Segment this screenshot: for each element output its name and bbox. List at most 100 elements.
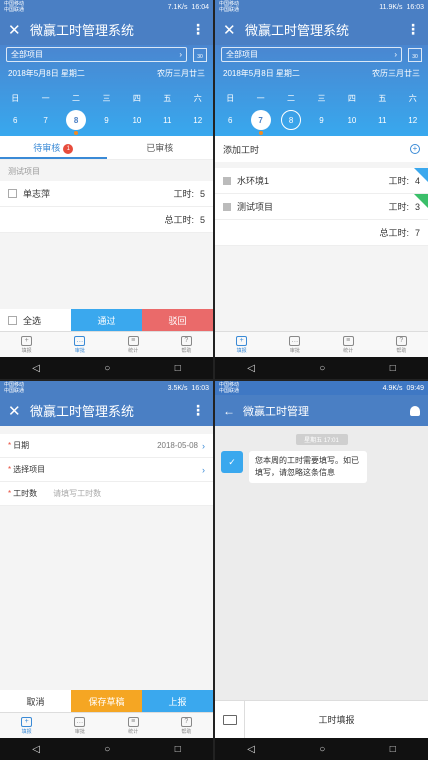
carrier-2: 中国联通: [4, 7, 25, 13]
submit-button[interactable]: 上报: [142, 690, 213, 712]
nav-approve[interactable]: … 审批: [268, 332, 321, 357]
fill-icon: +: [21, 335, 33, 346]
bot-avatar-icon: ✓: [221, 451, 243, 473]
review-screen: 中国移动 中国联通 7.1K/s 16:04 ✕ 微赢工时管理系统 ⋮ 全部项目…: [0, 0, 213, 379]
more-menu-icon[interactable]: ⋮: [406, 21, 420, 38]
save-draft-button[interactable]: 保存草稿: [71, 690, 142, 712]
recents-icon[interactable]: □: [175, 363, 181, 374]
close-icon[interactable]: ✕: [8, 402, 30, 420]
day-cell[interactable]: 10: [127, 110, 147, 130]
recents-icon[interactable]: □: [175, 744, 181, 755]
day-cell[interactable]: 11: [157, 110, 177, 130]
add-icon[interactable]: +: [410, 144, 420, 154]
status-corner-badge: [414, 194, 428, 208]
tab-pending[interactable]: 待审核 1: [0, 136, 107, 159]
hours-field[interactable]: * 工时数 请填写工时数: [0, 482, 213, 506]
title-bar: ✕ 微赢工时管理系统 ⋮: [215, 14, 428, 45]
tab-reviewed[interactable]: 已审核: [107, 136, 214, 159]
lunar-date: 农历三月廿三: [157, 69, 205, 78]
chevron-right-icon: ›: [202, 464, 205, 475]
checkbox[interactable]: [8, 189, 17, 198]
approve-icon: …: [74, 716, 86, 727]
day-cell[interactable]: 9: [311, 110, 331, 130]
nav-approve[interactable]: … 审批: [53, 713, 106, 738]
nav-help[interactable]: ? 帮助: [375, 332, 428, 357]
close-icon[interactable]: ✕: [223, 21, 245, 39]
hours-entry-row[interactable]: 测试项目 工时: 3: [215, 194, 428, 220]
back-arrow-icon[interactable]: ←: [223, 404, 243, 418]
more-menu-icon[interactable]: ⋮: [191, 21, 205, 38]
clock: 16:03: [406, 3, 424, 11]
screenshot-grid: 中国移动 中国联通 7.1K/s 16:04 ✕ 微赢工时管理系统 ⋮ 全部项目…: [0, 0, 428, 760]
day-cell[interactable]: 6: [220, 110, 240, 130]
project-field[interactable]: * 选择项目 ›: [0, 458, 213, 482]
nav-stats[interactable]: ≡ 统计: [107, 713, 160, 738]
stats-icon: ≡: [342, 335, 354, 346]
calendar-icon[interactable]: 30: [408, 47, 422, 62]
approve-icon: …: [289, 335, 301, 346]
nav-help[interactable]: ? 帮助: [160, 713, 213, 738]
recents-icon[interactable]: □: [390, 363, 396, 374]
page-title: 微赢工时管理系统: [30, 23, 135, 38]
select-all[interactable]: 全选: [0, 309, 71, 331]
review-row[interactable]: 单志萍 工时: 5: [0, 181, 213, 207]
nav-fill[interactable]: + 填报: [0, 332, 53, 357]
add-hours-row[interactable]: 添加工时 +: [215, 136, 428, 162]
day-cell[interactable]: 9: [96, 110, 116, 130]
nav-approve[interactable]: … 审批: [53, 332, 106, 357]
date-field[interactable]: * 日期 2018-05-08 ›: [0, 434, 213, 458]
day-cell[interactable]: 6: [5, 110, 25, 130]
message-bubble: 您本周的工时需要填写。如已填写，请忽略这条信息: [249, 451, 367, 483]
net-speed: 3.5K/s: [167, 384, 188, 392]
fill-screen: 中国移动 中国联通 11.9K/s 16:03 ✕ 微赢工时管理系统 ⋮ 全部项…: [215, 0, 428, 379]
hours-input[interactable]: 请填写工时数: [53, 488, 101, 499]
project-name: 测试项目: [237, 202, 274, 212]
person-icon[interactable]: [410, 405, 420, 416]
system-nav: ◁ ○ □: [215, 357, 428, 379]
project-filter[interactable]: 全部项目 ›: [221, 47, 402, 62]
back-icon[interactable]: ◁: [247, 363, 255, 374]
checkbox[interactable]: [8, 315, 17, 325]
fill-hours-menu[interactable]: 工时填报: [245, 713, 428, 726]
day-cell-selected[interactable]: 8: [66, 110, 87, 135]
day-cell-selected[interactable]: 7: [250, 110, 271, 135]
fill-icon: +: [21, 716, 33, 727]
nav-stats[interactable]: ≡ 统计: [107, 332, 160, 357]
day-cell[interactable]: 12: [403, 110, 423, 130]
cancel-button[interactable]: 取消: [0, 690, 71, 712]
home-icon[interactable]: ○: [319, 363, 325, 374]
back-icon[interactable]: ◁: [32, 363, 40, 374]
project-name: 水环境1: [237, 176, 270, 186]
net-speed: 11.9K/s: [379, 3, 403, 11]
day-cell[interactable]: 10: [342, 110, 362, 130]
nav-stats[interactable]: ≡ 统计: [322, 332, 375, 357]
day-cell-today[interactable]: 8: [281, 110, 302, 130]
nav-fill[interactable]: + 填报: [0, 713, 53, 738]
home-icon[interactable]: ○: [104, 363, 110, 374]
more-menu-icon[interactable]: ⋮: [191, 402, 205, 419]
back-icon[interactable]: ◁: [32, 744, 40, 755]
back-icon[interactable]: ◁: [247, 744, 255, 755]
chat-header: ← 微赢工时管理: [215, 395, 428, 426]
bottom-nav: + 填报 … 审批 ≡ 统计 ? 帮助: [0, 712, 213, 738]
day-cell[interactable]: 12: [188, 110, 208, 130]
reject-button[interactable]: 驳回: [142, 309, 213, 331]
home-icon[interactable]: ○: [319, 744, 325, 755]
nav-fill[interactable]: + 填报: [215, 332, 268, 357]
approve-icon: …: [74, 335, 86, 346]
nav-help[interactable]: ? 帮助: [160, 332, 213, 357]
chevron-right-icon: ›: [202, 440, 205, 451]
keyboard-icon[interactable]: [215, 700, 245, 739]
approve-button[interactable]: 通过: [71, 309, 142, 331]
close-icon[interactable]: ✕: [8, 21, 30, 39]
day-row: 6 7 8 9 10 11 12: [215, 110, 428, 136]
project-filter[interactable]: 全部项目 ›: [6, 47, 187, 62]
page-title: 微赢工时管理系统: [30, 404, 135, 419]
day-cell[interactable]: 11: [372, 110, 392, 130]
recents-icon[interactable]: □: [390, 744, 396, 755]
day-cell[interactable]: 7: [36, 110, 56, 130]
home-icon[interactable]: ○: [104, 744, 110, 755]
calendar-icon[interactable]: 30: [193, 47, 207, 62]
hours-entry-row[interactable]: 水环境1 工时: 4: [215, 168, 428, 194]
net-speed: 4.9K/s: [382, 384, 403, 392]
